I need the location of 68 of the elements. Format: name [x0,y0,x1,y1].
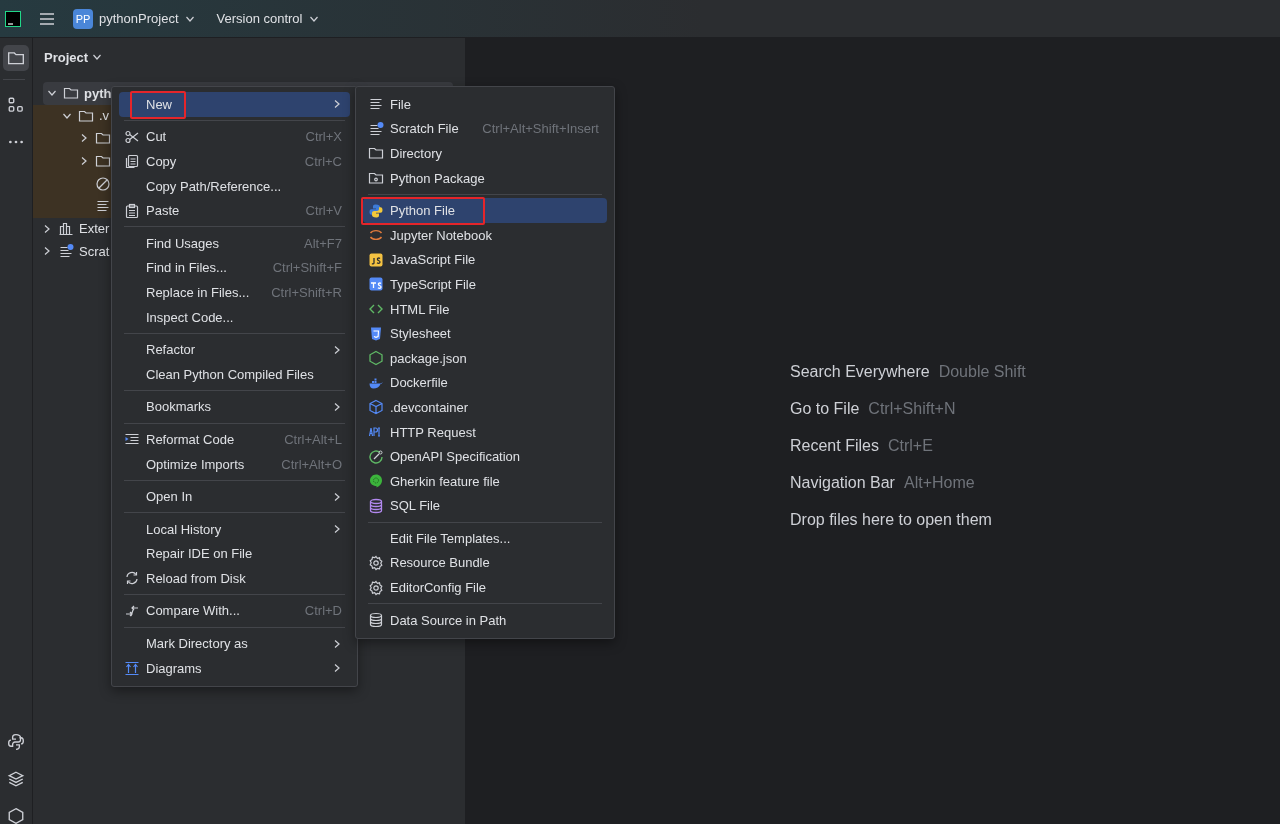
menu-label: Data Source in Path [390,612,508,628]
shortcut-label: Alt+F7 [304,235,342,251]
menu-label: Reformat Code [146,431,236,447]
menu-label: File [390,96,412,112]
menu-label: Directory [390,146,443,161]
tree-label: pyth [84,85,112,101]
shortcut-label: Ctrl+D [304,603,342,619]
menu-label: Optimize Imports [146,456,246,472]
menu-label: Dockerfile [390,375,449,391]
hint-label: Search Everywhere [790,362,930,381]
menu-label: Reload from Disk [146,570,247,586]
menu-label: Python Package [390,170,486,186]
shortcut-label: Ctrl+Shift+F [272,260,342,276]
hint-label: Navigation Bar [790,473,895,492]
menu-label: Repair IDE on File [146,546,254,562]
menu-label: Refactor [146,342,197,358]
shortcut-label: Ctrl+C [304,154,342,169]
menu-label: Find Usages [146,235,220,251]
hint-label: Go to File [790,399,860,418]
menu-label: OpenAPI Specification [390,449,522,465]
menu-label: Inspect Code... [146,309,235,325]
menu-label: .devcontainer [390,399,470,415]
tree-label: Exter [79,221,110,237]
menu-label: Gherkin feature file [390,473,501,489]
menu-label: Python File [390,203,457,219]
menu-label: SQL File [390,498,442,514]
shortcut-label: Ctrl+X [305,129,342,145]
project-badge: PP [73,8,93,29]
menu-label: HTML File [390,301,451,317]
shortcut-hint: Ctrl+E [887,436,933,455]
menu-label: Mark Directory as [146,636,249,652]
shortcut-label: Ctrl+Alt+L [284,431,342,447]
menu-label: Cut [146,129,168,145]
tree-label: Scrat [79,243,110,259]
menu-label: Paste [146,203,181,219]
menu-label: Clean Python Compiled Files [146,366,315,382]
tree-label: .v [99,108,110,124]
menu-label: Replace in Files... [146,284,251,300]
shortcut-label: Ctrl+Shift+R [271,284,342,300]
menu-label: EditorConfig File [390,580,488,596]
menu-label: Open In [146,489,194,505]
shortcut-hint: Double Shift [938,362,1026,381]
shortcut-label: Ctrl+V [305,203,342,219]
menu-label: Copy [146,154,178,169]
menu-label: Local History [146,521,223,537]
menu-label: Jupyter Notebook [390,227,493,243]
shortcut-hint: Alt+Home [903,473,975,492]
menu-label: Copy Path/Reference... [146,178,283,194]
menu-label: HTTP Request [390,424,477,440]
vcs-label: Version control [216,11,303,26]
menu-label: Edit File Templates... [390,530,512,546]
menu-label: Diagrams [146,660,203,676]
menu-label: JavaScript File [390,252,477,268]
hint-label: Drop files here to open them [790,510,992,529]
menu-label: package.json [390,350,468,366]
hint-label: Recent Files [790,436,879,455]
menu-label: Find in Files... [146,260,228,276]
menu-label: Resource Bundle [390,555,491,571]
menu-label: Bookmarks [146,399,213,415]
shortcut-hint: Ctrl+Shift+N [868,399,956,418]
menu-label: Stylesheet [390,326,452,342]
shortcut-label: Ctrl+Alt+Shift+Insert [482,121,599,137]
menu-label: Scratch File [390,121,460,137]
project-name: pythonProject [99,11,179,26]
menu-label: New [146,96,173,112]
shortcut-label: Ctrl+Alt+O [281,456,342,472]
menu-label: Compare With... [146,603,241,619]
menu-label: TypeScript File [390,276,477,292]
